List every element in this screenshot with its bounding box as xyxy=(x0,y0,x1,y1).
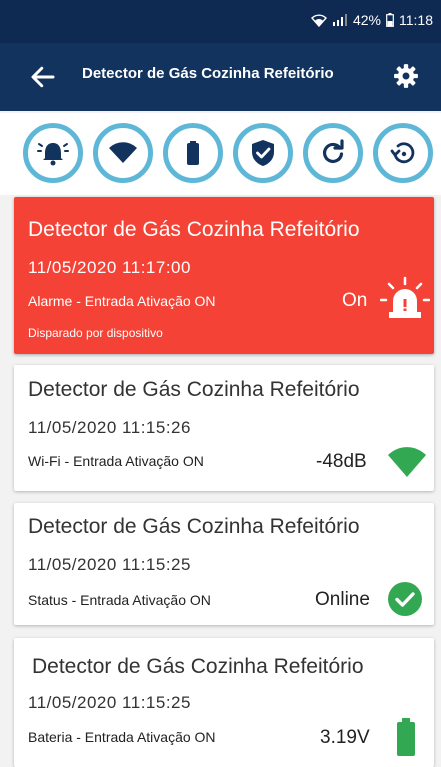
battery-status-icon xyxy=(386,13,394,27)
card-event-line: Wi-Fi - Entrada Ativação ON xyxy=(28,453,204,469)
event-type: Alarme xyxy=(28,293,73,309)
card-title: Detector de Gás Cozinha Refeitório xyxy=(28,515,360,538)
refresh-button[interactable] xyxy=(303,123,363,183)
event-value: 3.19V xyxy=(320,727,370,748)
filter-toolbar xyxy=(0,113,441,195)
battery-percent: 42% xyxy=(352,12,381,28)
card-event-line: Bateria - Entrada Ativação ON xyxy=(28,729,216,745)
event-note: Disparado por dispositivo xyxy=(28,326,163,340)
event-card-status[interactable]: Detector de Gás Cozinha Refeitório 11/05… xyxy=(14,503,434,625)
card-event-line: Alarme - Entrada Ativação ON xyxy=(28,293,216,309)
alarm-filter-button[interactable] xyxy=(23,123,83,183)
clock: 11:18 xyxy=(399,12,433,28)
wifi-signal-icon xyxy=(388,447,426,477)
status-bar: 42% 11:18 xyxy=(0,0,441,43)
card-datetime: 11/05/2020 11:15:26 xyxy=(28,418,191,437)
siren-icon xyxy=(380,276,430,318)
wifi-icon xyxy=(109,142,137,163)
event-detail: - Entrada Ativação ON xyxy=(72,729,216,745)
battery-full-icon xyxy=(397,718,415,756)
history-button[interactable] xyxy=(373,123,433,183)
history-icon xyxy=(390,142,415,164)
refresh-icon xyxy=(322,139,344,164)
event-value: -48dB xyxy=(316,451,367,472)
event-value: On xyxy=(342,290,368,311)
status-indicators: 42% 11:18 xyxy=(311,12,433,28)
wifi-filter-button[interactable] xyxy=(93,123,153,183)
card-title: Detector de Gás Cozinha Refeitório xyxy=(28,378,360,401)
event-card-battery[interactable]: Detector de Gás Cozinha Refeitório 11/05… xyxy=(14,638,434,767)
battery-filter-button[interactable] xyxy=(163,123,223,183)
back-arrow-icon[interactable] xyxy=(28,62,58,92)
shield-check-icon xyxy=(252,140,274,166)
card-title: Detector de Gás Cozinha Refeitório xyxy=(28,218,360,241)
alarm-bell-icon xyxy=(37,143,69,166)
card-datetime: 11/05/2020 11:17:00 xyxy=(28,258,191,277)
event-type: Status xyxy=(28,592,68,608)
check-circle-icon xyxy=(388,582,422,616)
battery-icon xyxy=(187,141,199,165)
wifi-status-icon xyxy=(311,14,327,27)
status-filter-button[interactable] xyxy=(233,123,293,183)
event-card-wifi[interactable]: Detector de Gás Cozinha Refeitório 11/05… xyxy=(14,365,434,491)
gear-icon[interactable] xyxy=(393,63,419,89)
card-datetime: 11/05/2020 11:15:25 xyxy=(28,693,191,712)
event-detail: - Entrada Ativação ON xyxy=(60,453,204,469)
event-detail: - Entrada Ativação ON xyxy=(72,293,216,309)
event-value: Online xyxy=(315,589,370,610)
card-title: Detector de Gás Cozinha Refeitório xyxy=(32,655,364,678)
event-card-alarm[interactable]: Detector de Gás Cozinha Refeitório 11/05… xyxy=(14,197,434,354)
signal-icon xyxy=(332,14,347,26)
event-type: Wi-Fi xyxy=(28,453,61,469)
event-detail: - Entrada Ativação ON xyxy=(67,592,211,608)
app-bar: Detector de Gás Cozinha Refeitório xyxy=(0,43,441,111)
event-type: Bateria xyxy=(28,729,73,745)
card-event-line: Status - Entrada Ativação ON xyxy=(28,592,211,608)
page-title: Detector de Gás Cozinha Refeitório xyxy=(82,65,334,82)
card-datetime: 11/05/2020 11:15:25 xyxy=(28,555,191,574)
